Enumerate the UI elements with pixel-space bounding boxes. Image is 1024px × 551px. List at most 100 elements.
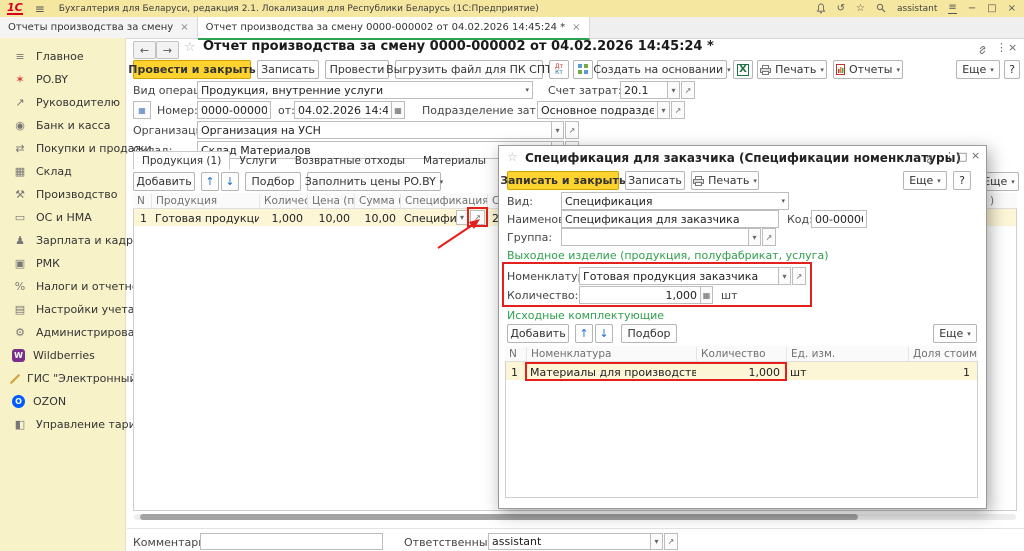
- tab-services[interactable]: Услуги: [230, 151, 285, 170]
- cost-account-open-icon[interactable]: ↗: [681, 81, 695, 99]
- col-sum[interactable]: Сумма (пл...: [354, 194, 400, 208]
- sidebar-item-main[interactable]: ≡Главное: [0, 45, 125, 68]
- form-menu-dots-icon[interactable]: ⋮: [996, 41, 1007, 54]
- group-dropdown-icon[interactable]: ▾: [748, 228, 761, 246]
- responsible-open-icon[interactable]: ↗: [664, 533, 678, 550]
- cell-qty[interactable]: 1,000: [259, 211, 307, 226]
- sidebar-item-rmk[interactable]: ▣РМК: [0, 252, 125, 275]
- table-add-button[interactable]: Добавить: [133, 172, 195, 191]
- kind-combo[interactable]: Спецификация▾: [561, 192, 789, 210]
- dialog-close-icon[interactable]: ×: [971, 149, 980, 162]
- sidebar-item-purchases-sales[interactable]: ⇄Покупки и продажи: [0, 137, 125, 160]
- sidebar-item-taxes-reports[interactable]: %Налоги и отчетность: [0, 275, 125, 298]
- notifications-bell-icon[interactable]: [816, 3, 826, 15]
- favorite-star-icon[interactable]: ☆: [184, 40, 196, 55]
- sidebar-item-poby[interactable]: ✶PO.BY: [0, 68, 125, 91]
- dialog-favorite-star-icon[interactable]: ☆: [507, 150, 518, 164]
- cell-unit[interactable]: шт: [786, 365, 886, 380]
- sidebar-item-wildberries[interactable]: WWildberries: [0, 344, 125, 367]
- dialog-more-button[interactable]: Еще▾: [903, 171, 947, 190]
- tab-production-reports-list[interactable]: Отчеты производства за смену ×: [0, 17, 198, 38]
- dialog-table-pick-button[interactable]: Подбор: [621, 324, 677, 343]
- tab-return-waste[interactable]: Возвратные отходы: [286, 151, 414, 170]
- col-n[interactable]: N: [505, 347, 526, 361]
- export-spt-button[interactable]: Выгрузить файл для ПК СПТ: [395, 60, 543, 79]
- set-number-icon[interactable]: ▦: [133, 101, 151, 119]
- cell-sum[interactable]: 10,00: [354, 211, 400, 226]
- sidebar-item-accounting-settings[interactable]: ▤Настройки учета: [0, 298, 125, 321]
- sidebar-item-ozon[interactable]: OOZON: [0, 390, 125, 413]
- code-field[interactable]: 00-000009: [811, 210, 867, 228]
- row-down-button[interactable]: ↓: [221, 172, 239, 191]
- close-icon[interactable]: ×: [1008, 4, 1016, 14]
- dialog-row-up-button[interactable]: ↑: [575, 324, 593, 343]
- col-price[interactable]: Цена (плано...: [307, 194, 354, 208]
- dialog-row-down-button[interactable]: ↓: [595, 324, 613, 343]
- tab-production-report-document[interactable]: Отчет производства за смену 0000-000002 …: [198, 17, 590, 40]
- dt-kt-postings-icon[interactable]: Дт Кт: [549, 60, 569, 79]
- sidebar-item-salary-hr[interactable]: ♟Зарплата и кадры: [0, 229, 125, 252]
- current-user[interactable]: assistant: [897, 4, 937, 14]
- dialog-table-add-button[interactable]: Добавить: [507, 324, 569, 343]
- sidebar-item-tariff[interactable]: ◧Управление тарифом: [0, 413, 125, 436]
- number-field[interactable]: 0000-000002: [197, 101, 271, 119]
- responsible-dropdown-icon[interactable]: ▾: [650, 533, 663, 550]
- operation-kind-combo[interactable]: Продукция, внутренние услуги▾: [197, 81, 533, 99]
- name-field[interactable]: Спецификация для заказчика: [561, 210, 779, 228]
- favorites-star-icon[interactable]: ☆: [856, 4, 865, 14]
- sidebar-item-os-nma[interactable]: ▭ОС и НМА: [0, 206, 125, 229]
- sidebar-item-warehouse[interactable]: ▦Склад: [0, 160, 125, 183]
- dialog-get-link-icon[interactable]: [924, 152, 935, 165]
- tab-close-icon[interactable]: ×: [180, 22, 188, 33]
- dialog-table-more-button[interactable]: Еще▾: [933, 324, 977, 343]
- cell-n[interactable]: 1: [133, 211, 151, 226]
- group-field[interactable]: [561, 228, 749, 246]
- main-menu-icon[interactable]: ≡: [35, 2, 45, 16]
- col-nomenclature[interactable]: Номенклатура: [526, 347, 696, 361]
- save-button[interactable]: Записать: [257, 60, 319, 79]
- col-unit[interactable]: Ед. изм.: [786, 347, 908, 361]
- row-up-button[interactable]: ↑: [201, 172, 219, 191]
- responsible-field[interactable]: assistant: [488, 533, 651, 550]
- horizontal-scrollbar[interactable]: [134, 514, 1016, 520]
- forward-button[interactable]: →: [156, 41, 179, 59]
- cell-product[interactable]: Готовая продукци...: [151, 211, 259, 226]
- chevron-down-icon[interactable]: ▾: [525, 86, 529, 94]
- cost-account-field[interactable]: 20.1: [620, 81, 668, 99]
- cell-cost-share[interactable]: 1: [908, 365, 974, 380]
- dialog-print-button[interactable]: Печать▾: [691, 171, 759, 190]
- sidebar-item-administration[interactable]: ⚙Администрирование: [0, 321, 125, 344]
- col-product[interactable]: Продукция: [151, 194, 259, 208]
- cell-n[interactable]: 1: [507, 365, 525, 380]
- col-n[interactable]: N: [133, 194, 151, 208]
- col-cost-share[interactable]: Доля стоимости: [908, 347, 977, 361]
- chevron-down-icon[interactable]: ▾: [781, 197, 785, 205]
- cost-department-open-icon[interactable]: ↗: [671, 101, 685, 119]
- restore-icon[interactable]: □: [987, 4, 996, 14]
- print-button[interactable]: Печать▾: [757, 60, 827, 79]
- post-and-close-button[interactable]: Провести и закрыть: [133, 60, 251, 79]
- col-qty[interactable]: Количество: [696, 347, 786, 361]
- sidebar-item-production[interactable]: ⚒Производство: [0, 183, 125, 206]
- scrollbar-thumb[interactable]: [140, 514, 858, 520]
- get-link-icon[interactable]: [977, 43, 988, 56]
- organization-field[interactable]: Организация на УСН: [197, 121, 552, 139]
- search-icon[interactable]: [876, 3, 886, 14]
- cost-account-dropdown-icon[interactable]: ▾: [667, 81, 680, 99]
- help-button[interactable]: ?: [1004, 60, 1020, 79]
- tab-materials[interactable]: Материалы: [414, 151, 495, 170]
- comment-field[interactable]: [200, 533, 383, 550]
- cell-price[interactable]: 10,00: [307, 211, 354, 226]
- excel-export-icon[interactable]: X: [733, 60, 753, 79]
- dialog-menu-dots-icon[interactable]: ⋮: [944, 150, 955, 163]
- minimize-icon[interactable]: −: [968, 4, 976, 14]
- group-open-icon[interactable]: ↗: [762, 228, 776, 246]
- fill-prices-button[interactable]: Заполнить цены PO.BY▾: [307, 172, 441, 191]
- col-qty[interactable]: Количество: [259, 194, 307, 208]
- sidebar-item-manager[interactable]: ↗Руководителю: [0, 91, 125, 114]
- history-icon[interactable]: ↺: [837, 4, 845, 14]
- table-pick-button[interactable]: Подбор: [245, 172, 301, 191]
- cost-department-field[interactable]: Основное подразделение: [537, 101, 658, 119]
- calendar-icon[interactable]: ▦: [391, 101, 405, 119]
- organization-open-icon[interactable]: ↗: [565, 121, 579, 139]
